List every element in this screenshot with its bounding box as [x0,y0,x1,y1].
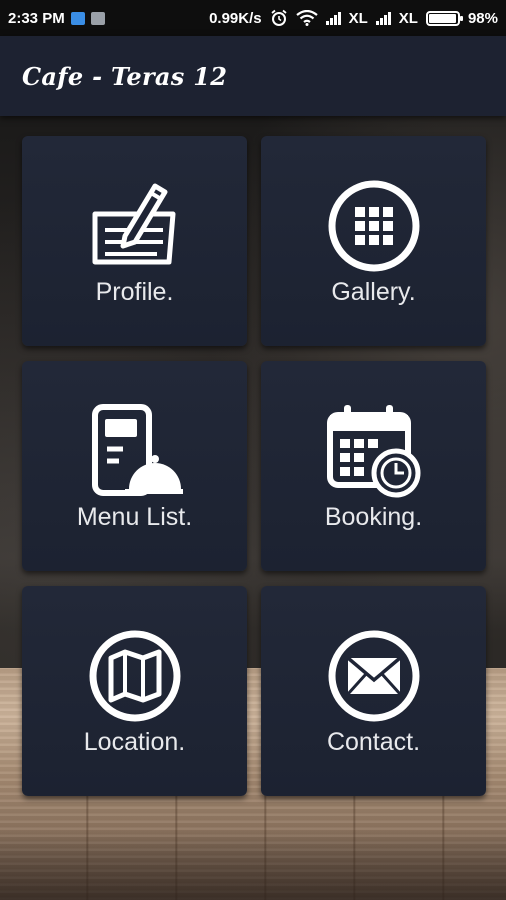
app-bar: Cafe - Teras 12 [0,36,506,116]
status-bar: 2:33 PM 0.99K/s XL XL 98% [0,0,506,36]
contact-label: Contact. [326,728,421,756]
alarm-icon [271,9,287,26]
signal-icon-2 [375,11,391,25]
app-screen: 2:33 PM 0.99K/s XL XL 98% Cafe - Teras 1… [0,0,506,900]
menu-list-label: Menu List. [76,503,193,531]
status-time: 2:33 PM [8,9,65,27]
app-title: Cafe - Teras 12 [22,61,228,91]
gallery-button[interactable]: Gallery. [261,136,486,346]
battery-percent: 98% [467,9,498,27]
signal-icon-1 [325,11,341,25]
location-button[interactable]: Location. [22,586,247,796]
profile-button[interactable]: Profile. [22,136,247,346]
calendar-clock-icon [326,405,420,498]
menu-list-button[interactable]: Menu List. [22,361,247,571]
contact-button[interactable]: Contact. [261,586,486,796]
notification-icon [70,11,85,25]
notepad-pencil-icon [92,183,175,265]
map-icon [89,630,180,722]
envelope-icon [328,630,419,722]
network-speed: 0.99K/s [209,9,262,27]
booking-label: Booking. [324,503,423,531]
location-label: Location. [83,728,186,756]
profile-label: Profile. [95,278,174,306]
grid-circle-icon [328,180,419,272]
booking-button[interactable]: Booking. [261,361,486,571]
menu-cloche-icon [91,404,183,496]
wifi-icon [295,10,318,26]
battery-icon [425,10,463,26]
table-shadow [0,830,506,900]
gallery-label: Gallery. [331,278,416,306]
notification-icon-2 [90,11,105,25]
carrier-1: XL [348,9,368,27]
carrier-2: XL [398,9,418,27]
